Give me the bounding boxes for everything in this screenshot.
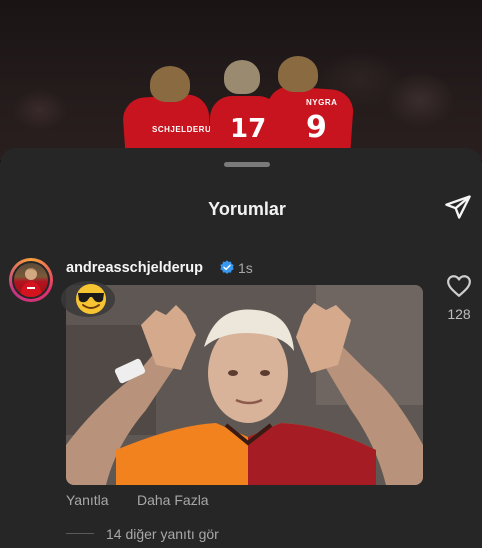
comment-time: 1s [238,260,253,276]
avatar-photo [14,263,48,297]
jersey-number-right: 9 [306,110,327,145]
verified-badge-icon [220,260,234,274]
more-button[interactable]: Daha Fazla [137,492,209,508]
jersey-number-middle: 17 [230,114,267,144]
sunglasses-emoji-icon [61,281,115,317]
comment-gif[interactable] [66,285,423,485]
background-photo: SCHJELDERUP 17 NYGRA 9 [0,0,482,160]
sheet-grabber[interactable] [224,162,270,167]
reply-button[interactable]: Yanıtla [66,492,109,508]
jersey-name-right: NYGRA [306,98,338,107]
jersey-name-left: SCHJELDERUP [152,125,218,134]
player-middle-hair [224,60,260,94]
comments-sheet: Yorumlar andreasschjelderup 1s 128 Yanıt… [0,148,482,548]
comment-username[interactable]: andreasschjelderup [66,260,203,276]
avatar[interactable] [9,258,53,302]
view-replies-button[interactable]: 14 diğer yanıtı gör [106,526,219,542]
heart-outline-icon[interactable] [446,274,472,298]
like-count: 128 [447,306,471,322]
player-right-hair [278,56,318,92]
sheet-title: Yorumlar [208,199,286,219]
replies-divider [66,533,94,534]
player-left-hair [150,66,190,102]
paper-plane-icon[interactable] [444,193,472,221]
